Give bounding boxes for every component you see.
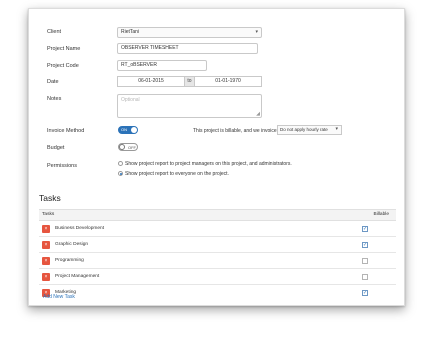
end-date-input[interactable]: 01-01-1970 [194,76,262,87]
task-name: Project Management [55,274,100,279]
task-name: Graphic Design [55,242,89,247]
invoice-rate-select[interactable]: Do not apply hourly rate ▾ [277,125,342,135]
delete-icon[interactable]: × [42,225,50,233]
invoice-description: This project is billable, and we invoice… [193,128,284,134]
billable-checkbox[interactable] [362,258,368,264]
notes-placeholder: Optional [121,97,140,103]
delete-icon[interactable]: × [42,257,50,265]
permissions-label: Permissions [47,163,77,169]
task-name: Programming [55,258,84,263]
task-row: × Marketing ✓ [39,285,396,301]
task-row: × Programming [39,253,396,269]
client-value: RietTani [121,29,140,35]
project-name-input[interactable]: OBSERVER TIMESHEET [117,43,258,54]
project-code-label: Project Code [47,63,79,69]
resize-handle-icon[interactable]: ◢ [256,112,260,117]
permission-option-everyone[interactable]: Show project report to everyone on the p… [118,171,229,177]
chevron-down-icon: ▾ [335,126,338,132]
tasks-table-header: Tasks Billable [39,209,396,221]
invoice-method-label: Invoice Method [47,128,85,134]
project-form-panel: Client RietTani ▾ Project Name OBSERVER … [28,8,405,306]
billable-checkbox[interactable] [362,274,368,280]
task-row: × Graphic Design ✓ [39,237,396,253]
notes-label: Notes [47,96,62,102]
project-name-value: OBSERVER TIMESHEET [121,45,179,51]
permission-option-label: Show project report to project managers … [125,161,292,167]
date-range: 06-01-2015 to 01-01-1970 [117,76,262,87]
client-select[interactable]: RietTani ▾ [117,27,262,38]
permission-option-managers[interactable]: Show project report to project managers … [118,161,292,167]
delete-icon[interactable]: × [42,241,50,249]
toggle-knob [119,144,125,150]
chevron-down-icon: ▾ [255,29,258,35]
start-date-input[interactable]: 06-01-2015 [117,76,185,87]
billable-checkbox[interactable]: ✓ [362,226,368,232]
project-code-value: RT_oBSERVER [121,62,157,68]
radio-button[interactable] [118,161,123,166]
tasks-section-title: Tasks [39,193,61,203]
project-name-label: Project Name [47,46,81,52]
invoice-toggle[interactable]: ON [118,126,138,134]
billable-column-header: Billable [373,212,389,217]
task-name: Business Development [55,226,105,231]
invoice-toggle-label: ON [121,127,127,132]
notes-textarea[interactable]: Optional ◢ [117,94,262,118]
date-label: Date [47,79,59,85]
task-row: × Business Development ✓ [39,221,396,237]
task-row: × Project Management [39,269,396,285]
budget-toggle[interactable]: OFF [118,143,138,151]
permission-option-label: Show project report to everyone on the p… [125,171,229,177]
toggle-knob [131,127,137,133]
radio-button-selected[interactable] [118,171,123,176]
date-separator: to [185,76,194,87]
tasks-column-header: Tasks [42,212,55,217]
project-code-input[interactable]: RT_oBSERVER [117,60,207,71]
invoice-rate-value: Do not apply hourly rate [280,127,328,132]
add-new-task-link[interactable]: Add New Task [43,294,75,300]
delete-icon[interactable]: × [42,273,50,281]
client-label: Client [47,29,62,35]
budget-toggle-label: OFF [128,145,136,150]
billable-checkbox[interactable]: ✓ [362,290,368,296]
budget-label: Budget [47,145,65,151]
billable-checkbox[interactable]: ✓ [362,242,368,248]
